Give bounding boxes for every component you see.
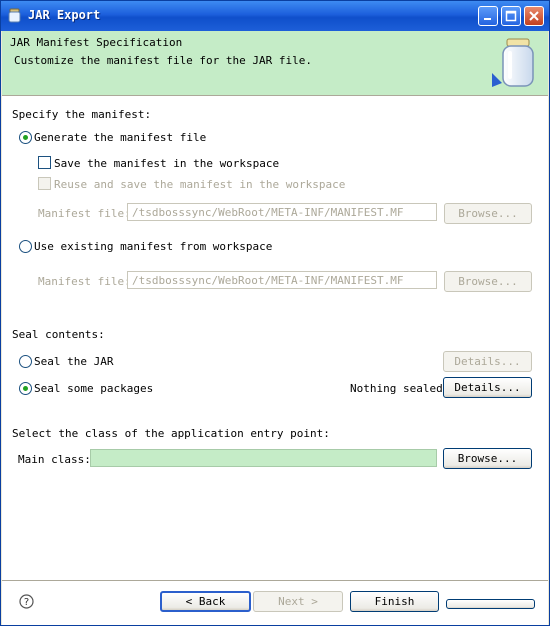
window-title: JAR Export [28,8,101,22]
finish-button[interactable]: Finish [350,591,439,612]
cancel-button[interactable] [446,599,535,609]
minimize-button[interactable] [478,6,498,26]
existing-manifest-file-label: Manifest file: [38,275,131,288]
save-manifest-label[interactable]: Save the manifest in the workspace [54,157,279,170]
save-manifest-checkbox[interactable] [38,156,51,169]
jar-export-dialog: JAR Export JAR Manifest Specification Cu… [0,0,550,626]
main-class-input[interactable] [90,449,437,467]
seal-packages-label[interactable]: Seal some packages [34,382,153,395]
reuse-manifest-label: Reuse and save the manifest in the works… [54,178,346,191]
seal-jar-details-button[interactable]: Details... [443,351,532,372]
seal-packages-radio[interactable] [19,382,32,395]
existing-manifest-file-input[interactable]: /tsdbosssync/WebRoot/META-INF/MANIFEST.M… [127,271,437,289]
page-title: JAR Manifest Specification [10,36,183,49]
seal-jar-radio[interactable] [19,355,32,368]
reuse-manifest-checkbox[interactable] [38,177,51,190]
wizard-footer: ? < Back Next > Finish [2,582,548,625]
jar-icon [8,8,21,23]
maximize-button[interactable] [501,6,521,26]
manifest-section-label: Specify the manifest: [12,108,152,121]
generate-manifest-label[interactable]: Generate the manifest file [34,131,206,144]
maximize-icon [505,10,517,22]
minimize-icon [484,18,491,20]
existing-manifest-browse-button[interactable]: Browse... [444,271,532,292]
seal-section-label: Seal contents: [12,328,105,341]
generated-manifest-file-label: Manifest file: [38,207,131,220]
generated-manifest-file-input[interactable]: /tsdbosssync/WebRoot/META-INF/MANIFEST.M… [127,203,437,221]
use-existing-manifest-radio[interactable] [19,240,32,253]
next-button[interactable]: Next > [253,591,343,612]
main-class-browse-button[interactable]: Browse... [443,448,532,469]
close-icon [529,11,539,21]
generated-manifest-browse-button[interactable]: Browse... [444,203,532,224]
back-button[interactable]: < Back [160,591,251,612]
title-bar[interactable]: JAR Export [1,1,549,31]
entry-point-section-label: Select the class of the application entr… [12,427,330,440]
seal-jar-label[interactable]: Seal the JAR [34,355,113,368]
close-button[interactable] [524,6,544,26]
help-icon[interactable]: ? [19,594,34,609]
wizard-content: Specify the manifest: Generate the manif… [2,97,548,581]
use-existing-manifest-label[interactable]: Use existing manifest from workspace [34,240,272,253]
svg-text:?: ? [24,597,29,608]
generate-manifest-radio[interactable] [19,131,32,144]
wizard-header: JAR Manifest Specification Customize the… [2,31,548,95]
main-class-label: Main class: [18,453,91,466]
seal-packages-details-button[interactable]: Details... [443,377,532,398]
jar-banner-icon [492,38,534,87]
seal-status-text: Nothing sealed [350,382,443,395]
page-description: Customize the manifest file for the JAR … [14,54,313,67]
